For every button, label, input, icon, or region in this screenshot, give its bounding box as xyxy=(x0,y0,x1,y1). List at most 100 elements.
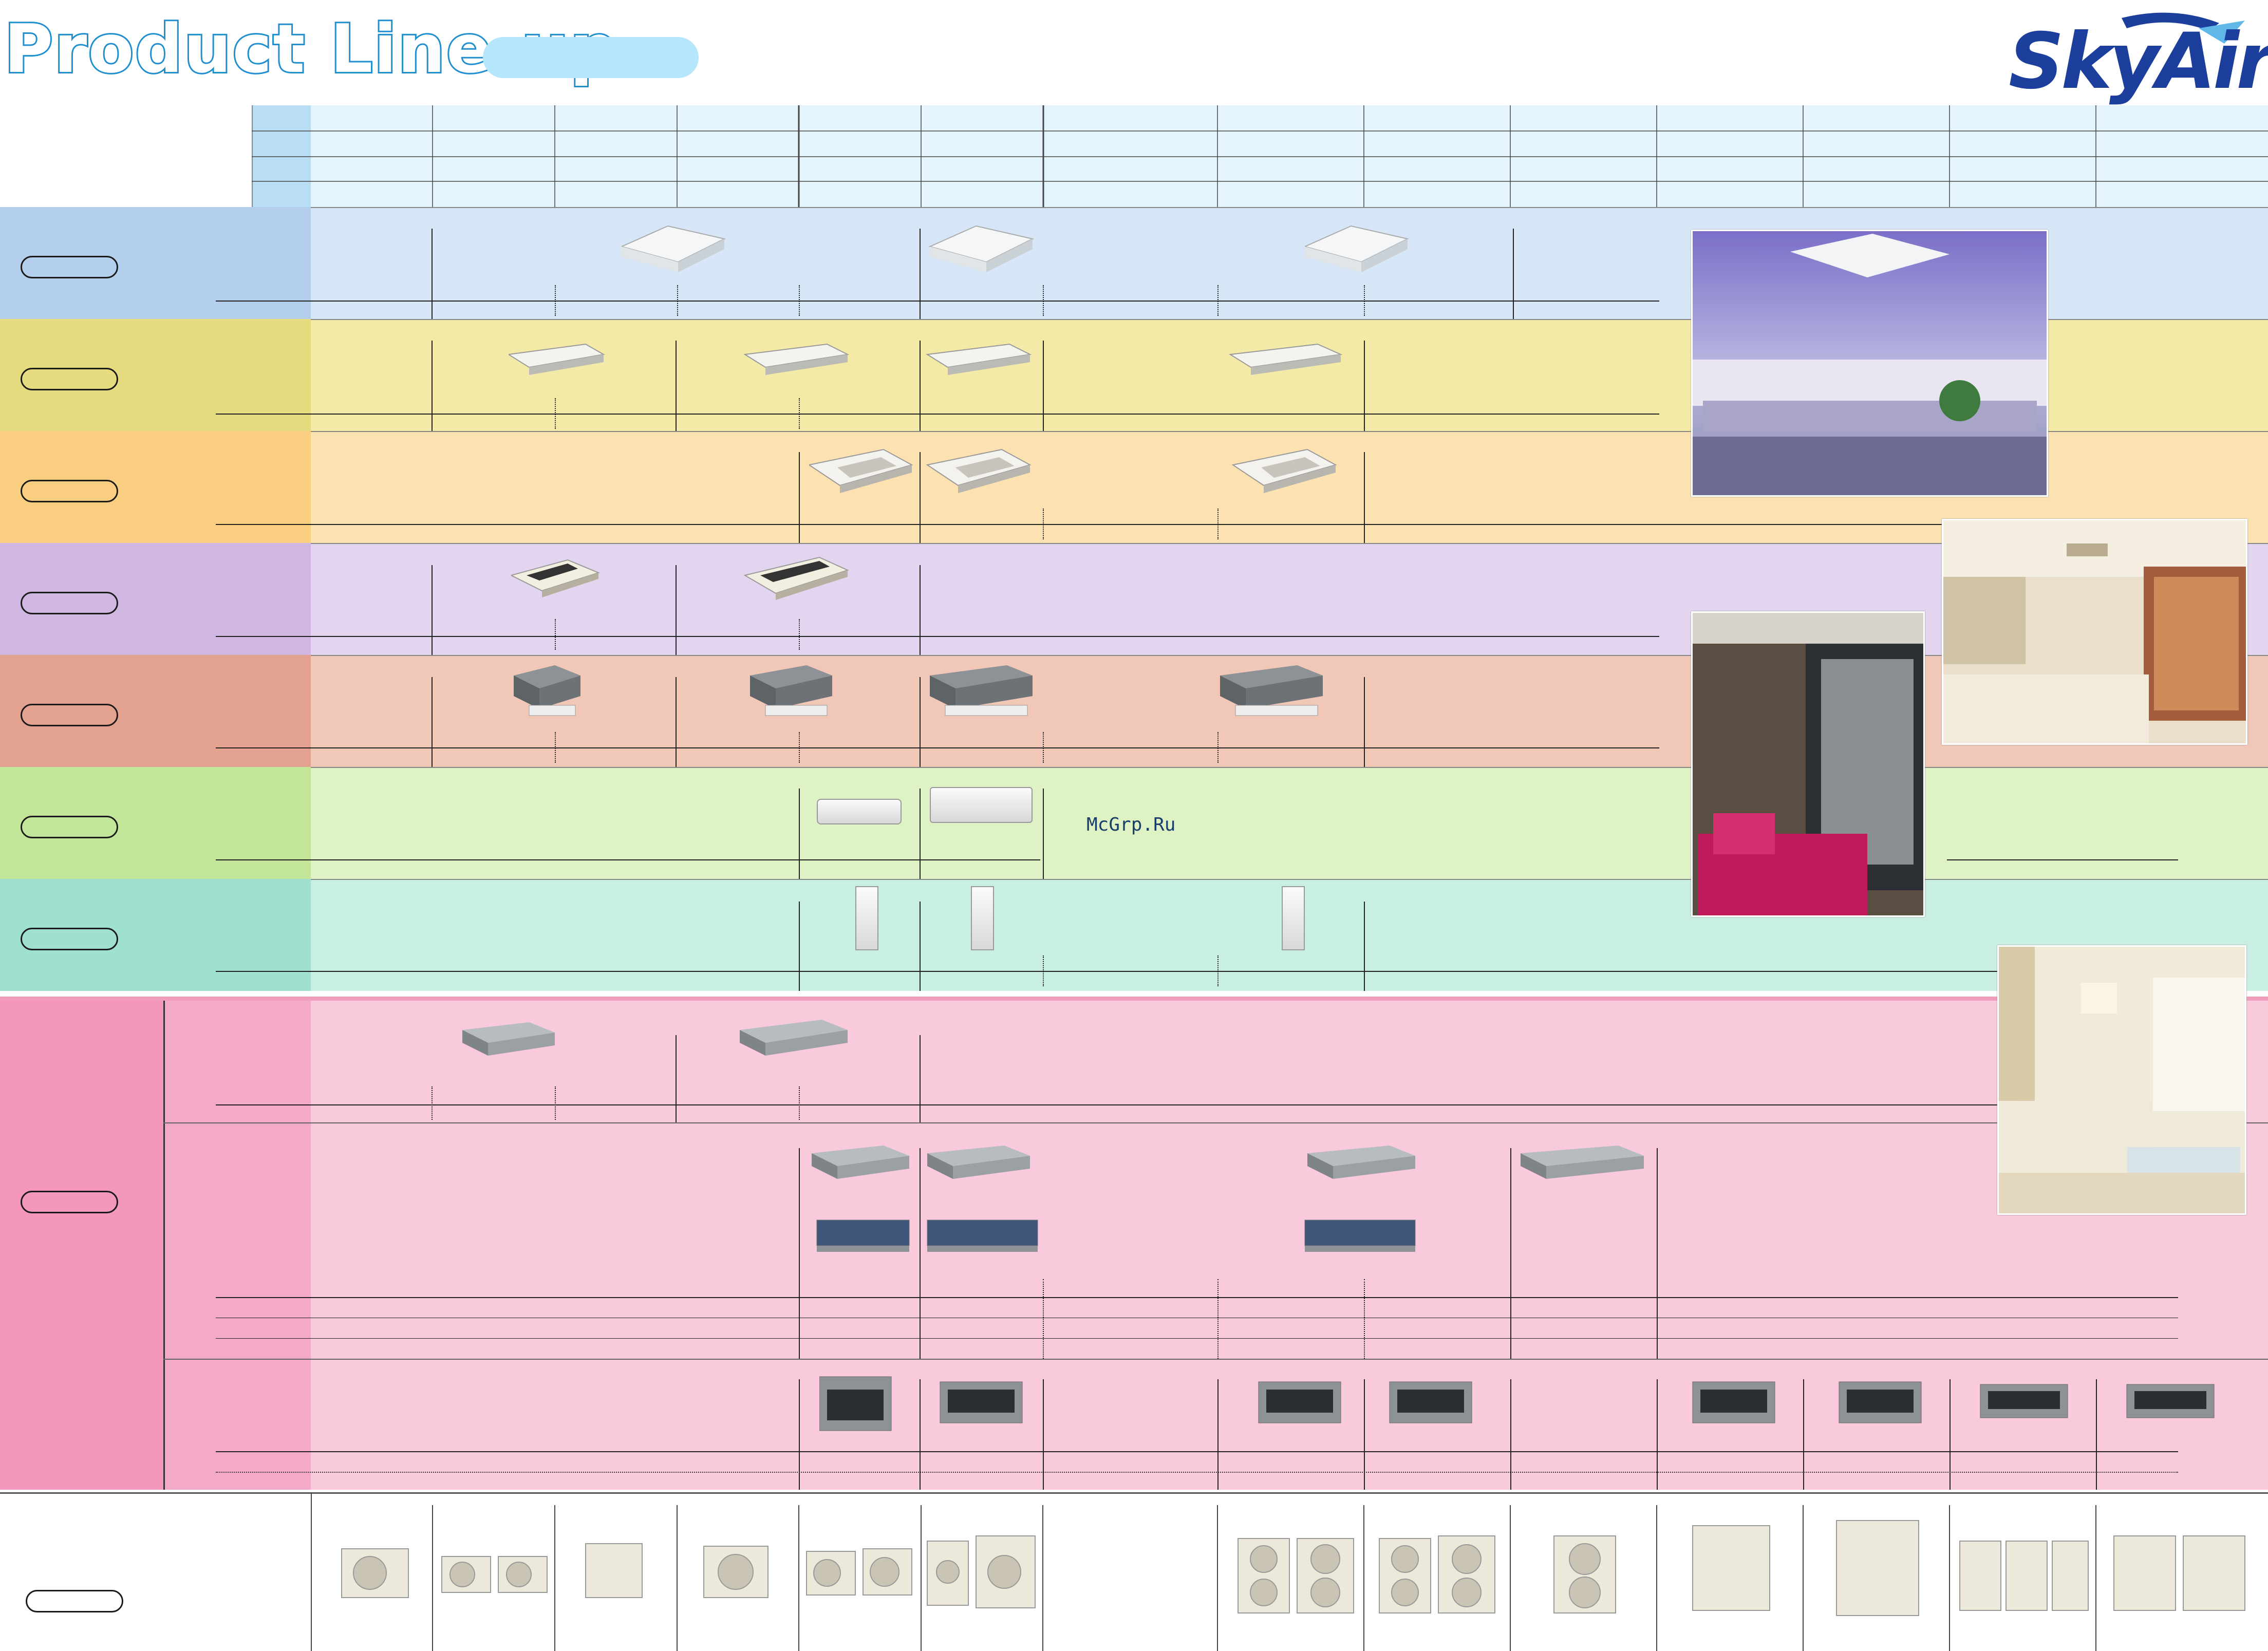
row-divider xyxy=(216,1338,2178,1339)
outdoor-unit-icon xyxy=(1692,1525,1770,1611)
cassette-unit-icon xyxy=(622,225,726,272)
row-divider xyxy=(216,971,2178,972)
category-oval xyxy=(21,816,118,838)
duct-unit-icon xyxy=(819,1376,892,1431)
grid-line xyxy=(920,565,921,655)
duct-unit-icon xyxy=(927,1146,1030,1179)
grid-line xyxy=(1510,1379,1511,1490)
duct-unit-icon xyxy=(1307,1146,1415,1179)
category-oval xyxy=(21,1191,118,1213)
grid-line xyxy=(920,677,921,767)
duct-unit-icon xyxy=(1980,1384,2068,1418)
category-oval xyxy=(21,368,118,390)
grid-line xyxy=(1217,1379,1219,1490)
wall-mounted-unit-icon xyxy=(817,799,902,824)
grid-line xyxy=(920,229,921,319)
row-divider xyxy=(216,859,1040,860)
category-oval xyxy=(21,704,118,726)
row-divider xyxy=(163,1122,2268,1123)
ceiling-mounted-units xyxy=(511,556,849,600)
grid-line xyxy=(676,565,677,655)
grid-dotted-line xyxy=(1217,285,1219,316)
grid-line xyxy=(920,1035,921,1122)
duct-unit-icon xyxy=(1389,1381,1472,1423)
grid-line xyxy=(920,1148,921,1359)
grid-dotted-line xyxy=(432,1086,433,1120)
row-label-ceiling-mounted xyxy=(0,543,311,655)
grid-line xyxy=(799,789,800,879)
grid-dotted-line xyxy=(1364,285,1365,316)
grid-line xyxy=(1043,341,1044,431)
grid-line xyxy=(1657,1379,1658,1490)
medium-duct-units xyxy=(812,1146,1644,1252)
grid-dotted-line xyxy=(799,398,800,429)
watermark-text: McGrp.Ru xyxy=(1086,814,1176,835)
grid-line xyxy=(1950,1379,1951,1490)
row-divider xyxy=(163,1359,2268,1360)
grid-line xyxy=(2096,1379,2097,1490)
corner-cassette-unit-icon xyxy=(809,448,913,493)
duct-unit-icon xyxy=(812,1146,909,1179)
grid-line xyxy=(432,229,433,319)
lounge-interior-photo xyxy=(1691,611,1925,917)
duct-unit-icon xyxy=(462,1022,555,1056)
grid-line xyxy=(311,1492,312,1651)
outdoor-unit-icon xyxy=(1959,1541,2089,1611)
row-label-floor-standing xyxy=(0,879,311,991)
duct-group-label xyxy=(0,1001,163,1490)
high-static-duct-units xyxy=(819,1376,2215,1431)
row-divider xyxy=(216,1297,2178,1298)
outdoor-unit-icon xyxy=(1836,1520,1919,1616)
grid-line xyxy=(1364,341,1365,431)
grid-line xyxy=(1513,229,1514,319)
ceiling-mounted-unit-icon xyxy=(511,559,600,597)
grid-dotted-line xyxy=(1217,1279,1219,1359)
grid-dotted-line xyxy=(677,285,678,316)
grid-line xyxy=(676,341,677,431)
row-label-corner-cassette xyxy=(0,431,311,543)
grid-dotted-line xyxy=(1043,509,1044,539)
outdoor-unit-icon xyxy=(585,1543,643,1598)
grid-line xyxy=(799,902,800,991)
duct-unit-icon xyxy=(940,1381,1023,1423)
grid-line xyxy=(920,1379,921,1490)
grid-line xyxy=(1043,789,1044,879)
ceiling-mounted-unit-icon xyxy=(743,556,849,600)
grid-line xyxy=(920,452,921,543)
outdoor-unit-icon xyxy=(703,1546,769,1598)
capacity-header-cells xyxy=(252,105,2268,207)
outdoor-unit-icon xyxy=(1379,1535,1495,1614)
grid-line xyxy=(1803,1379,1804,1490)
grid-dotted-line xyxy=(799,732,800,763)
floor-standing-unit-icon xyxy=(855,886,878,950)
outdoor-units xyxy=(341,1505,2245,1651)
office-interior-photo xyxy=(1691,230,2048,497)
wall-mounted-unit-icon xyxy=(930,787,1033,823)
header-blank-cell xyxy=(0,105,252,207)
grid-line xyxy=(799,452,800,543)
grid-line xyxy=(1657,1148,1658,1359)
outdoor-unit-icon xyxy=(927,1535,1036,1608)
grid-line xyxy=(920,341,921,431)
capacity-grid-lines xyxy=(311,105,2268,207)
corner-cassette-units xyxy=(809,448,1337,493)
outdoor-unit-icon xyxy=(441,1556,548,1593)
duct-unit-icon xyxy=(816,1220,910,1252)
ceiling-suspended-unit-icon xyxy=(743,343,850,375)
grid-line xyxy=(432,341,433,431)
grid-dotted-line xyxy=(555,619,556,650)
duct-unit-icon xyxy=(1258,1381,1341,1423)
concealed-duct-unit-icon xyxy=(750,665,832,716)
duct-unit-icon xyxy=(1521,1146,1644,1179)
grid-line xyxy=(432,677,433,767)
row-label-concealed-ceiling xyxy=(0,655,311,767)
grid-dotted-line xyxy=(799,285,800,316)
grid-line xyxy=(920,902,921,991)
cassette-unit-icon xyxy=(1305,225,1409,272)
concealed-duct-unit-icon xyxy=(1220,665,1323,716)
outdoor-unit-icon xyxy=(341,1548,409,1598)
grid-dotted-line xyxy=(555,398,556,429)
grid-line xyxy=(799,1148,800,1359)
floor-standing-unit-icon xyxy=(971,886,994,950)
outdoor-unit-icon xyxy=(1553,1535,1616,1614)
